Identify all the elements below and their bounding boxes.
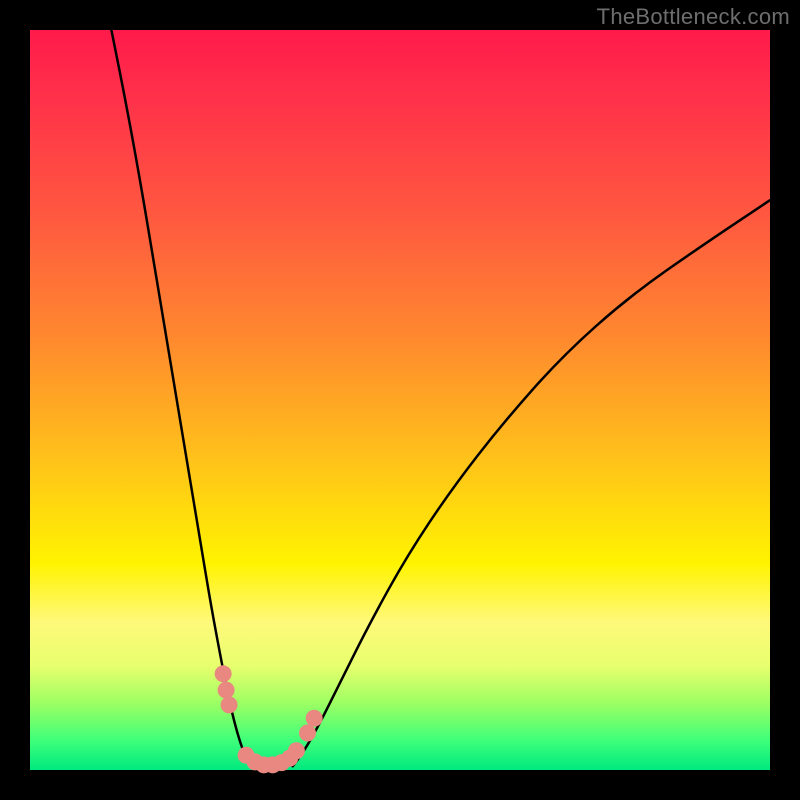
chart-container: TheBottleneck.com	[0, 0, 800, 800]
curve-layer	[111, 30, 770, 766]
marker-dot	[306, 710, 323, 727]
marker-dot	[215, 665, 232, 682]
plot-svg	[30, 30, 770, 770]
marker-dot	[218, 682, 235, 699]
plot-area	[30, 30, 770, 770]
marker-dot	[221, 696, 238, 713]
marker-dot	[288, 742, 305, 759]
marker-dot	[299, 725, 316, 742]
curve-left-curve	[111, 30, 250, 766]
marker-layer	[215, 665, 323, 773]
watermark-text: TheBottleneck.com	[597, 4, 790, 30]
curve-right-curve	[293, 200, 770, 766]
